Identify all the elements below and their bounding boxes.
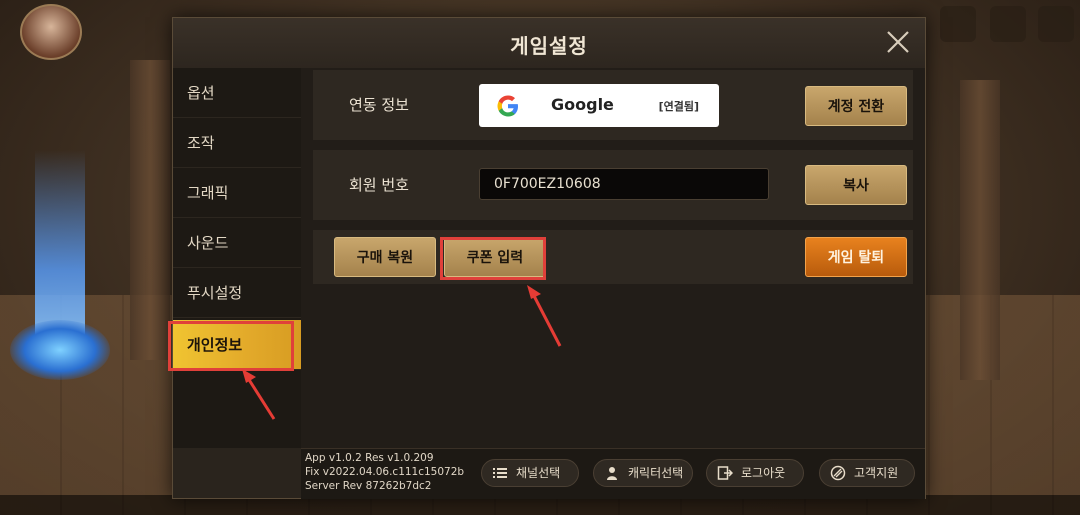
customer-support-button[interactable]: 고객지원 <box>819 459 915 487</box>
player-avatar[interactable] <box>20 4 82 60</box>
version-server: Server Rev 87262b7dc2 <box>305 480 432 492</box>
channel-select-label: 채널선택 <box>516 466 561 480</box>
customer-support-label: 고객지원 <box>854 466 899 480</box>
member-number-field[interactable]: 0F700EZ10608 <box>479 168 769 200</box>
sidebar-item-controls[interactable]: 조작 <box>173 118 301 168</box>
sidebar-item-push[interactable]: 푸시설정 <box>173 268 301 318</box>
coupon-highlight-box <box>440 237 546 280</box>
logout-icon <box>717 466 733 480</box>
character-select-label: 캐릭터선택 <box>628 466 684 480</box>
google-account-box: Google [연결됨] <box>479 84 719 127</box>
annotation-arrow <box>242 369 276 420</box>
annotation-arrow <box>527 285 562 347</box>
menu-icon[interactable] <box>1038 6 1074 42</box>
character-select-button[interactable]: 캐릭터선택 <box>593 459 693 487</box>
linked-account-row: 연동 정보 Google [연결됨] 계정 전환 <box>313 70 913 140</box>
google-icon <box>497 95 518 117</box>
background-pillar <box>130 60 170 360</box>
channel-select-button[interactable]: 채널선택 <box>481 459 579 487</box>
hud-button[interactable] <box>990 6 1026 42</box>
linked-account-label: 연동 정보 <box>349 96 409 114</box>
privacy-content: 연동 정보 Google [연결됨] 계정 전환 회원 번호 0F700EZ10… <box>301 68 925 448</box>
logout-label: 로그아웃 <box>741 466 786 480</box>
game-settings-dialog: 게임설정 옵션 조작 그래픽 사운드 푸시설정 개인정보 연동 정보 Googl… <box>172 17 926 499</box>
support-icon <box>830 465 846 481</box>
sidebar-item-sound[interactable]: 사운드 <box>173 218 301 268</box>
version-info: App v1.0.2 Res v1.0.209 Fix v2022.04.06.… <box>305 451 464 493</box>
background-pillar <box>960 80 1000 380</box>
dialog-header: 게임설정 <box>173 18 925 69</box>
top-right-hud <box>920 0 1080 70</box>
list-icon <box>493 468 507 478</box>
provider-name: Google <box>551 95 614 114</box>
sidebar-item-graphics[interactable]: 그래픽 <box>173 168 301 218</box>
dialog-title: 게임설정 <box>510 34 588 58</box>
member-number-label: 회원 번호 <box>349 176 409 194</box>
person-icon <box>607 467 617 480</box>
account-actions-row: 구매 복원 쿠폰 입력 게임 탈퇴 <box>313 230 913 284</box>
portal <box>10 320 110 380</box>
copy-button[interactable]: 복사 <box>805 165 907 205</box>
version-fix: Fix v2022.04.06.c111c15072b <box>305 466 465 478</box>
link-status: [연결됨] <box>658 100 699 113</box>
privacy-highlight-box <box>168 321 294 371</box>
member-number-row: 회원 번호 0F700EZ10608 복사 <box>313 150 913 220</box>
close-icon[interactable] <box>885 29 911 55</box>
version-app: App v1.0.2 Res v1.0.209 <box>305 452 434 464</box>
switch-account-button[interactable]: 계정 전환 <box>805 86 907 126</box>
settings-footer: App v1.0.2 Res v1.0.209 Fix v2022.04.06.… <box>301 448 925 499</box>
sidebar-item-options[interactable]: 옵션 <box>173 68 301 118</box>
restore-purchase-button[interactable]: 구매 복원 <box>334 237 436 277</box>
logout-button[interactable]: 로그아웃 <box>706 459 804 487</box>
withdraw-game-button[interactable]: 게임 탈퇴 <box>805 237 907 277</box>
hud-button[interactable] <box>940 6 976 42</box>
